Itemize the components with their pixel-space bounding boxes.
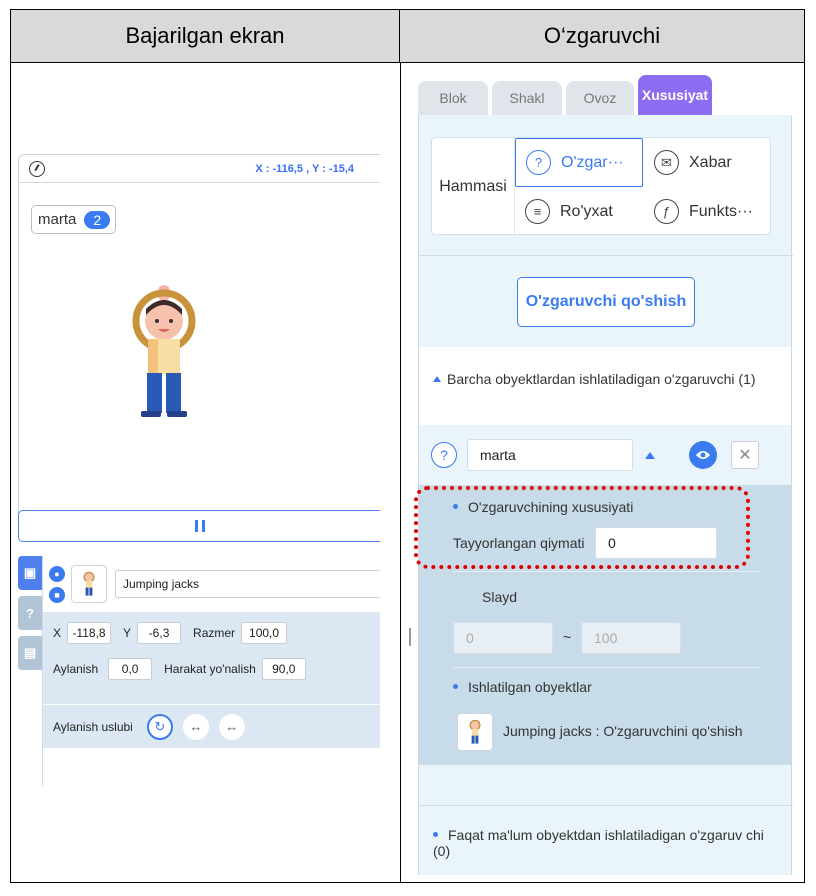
slide-max-input[interactable]: 100 xyxy=(581,622,681,654)
variable-monitor[interactable]: marta 2 xyxy=(31,205,117,234)
no-rotate-icon[interactable]: ↔ xyxy=(218,713,245,740)
question-icon: ? xyxy=(526,150,551,175)
speed-gauge-icon[interactable] xyxy=(29,160,45,177)
variable-type-question-icon: ? xyxy=(431,442,457,468)
function-icon: ƒ xyxy=(654,199,679,224)
rotation-style-label: Aylanish uslubi xyxy=(53,719,133,734)
variable-monitor-name: marta xyxy=(38,211,77,228)
variable-item: ? marta ✕ xyxy=(419,425,791,485)
category-message-label: Xabar xyxy=(689,153,732,171)
category-function[interactable]: ƒ Funkts··· xyxy=(644,187,772,236)
object-thumbnail-icon xyxy=(83,571,95,596)
size-label: Razmer xyxy=(193,626,236,640)
collapse-triangle-icon xyxy=(433,376,441,382)
help-tab[interactable]: ? xyxy=(18,596,42,630)
used-object-thumbnail xyxy=(457,713,493,751)
x-label: X xyxy=(53,626,62,640)
used-object-icon xyxy=(469,719,481,744)
tab-block[interactable]: Blok xyxy=(418,81,488,115)
used-object-item[interactable]: Jumping jacks : O'zgaruvchini qo'shish xyxy=(503,723,743,739)
jumping-jacks-character-icon[interactable] xyxy=(129,285,199,425)
collapse-variable-icon[interactable] xyxy=(645,451,655,459)
add-variable-button[interactable]: O'zgaruvchi qo'shish xyxy=(517,277,695,327)
position-row: X -118,8 Y -6,3 Razmer 100,0 xyxy=(53,622,380,644)
slide-label: Slayd xyxy=(482,589,518,605)
splitter-handle[interactable] xyxy=(409,628,411,646)
global-variables-header[interactable]: Barcha obyektlardan ishlatiladigan o'zga… xyxy=(433,371,773,387)
tab-shape[interactable]: Shakl xyxy=(492,81,562,115)
show-variable-eye-icon[interactable] xyxy=(689,441,717,469)
tab-sound[interactable]: Ovoz xyxy=(566,81,634,115)
category-message[interactable]: ✉ Xabar xyxy=(644,138,772,187)
object-panel: ▣ ? ▤ ● ■ Jumping jacks X -118,8 Y -6,3 … xyxy=(18,556,380,786)
signal-icon: ✉ xyxy=(654,150,679,175)
stage: X : -116,5 , Y : -15,4 marta 2 xyxy=(18,154,380,542)
console-tab[interactable]: ▤ xyxy=(18,636,42,670)
pause-button[interactable] xyxy=(18,510,380,542)
used-objects-title: Ishlatilgan obyektlar xyxy=(453,679,592,695)
y-input[interactable]: -6,3 xyxy=(137,622,182,644)
object-header: ● ■ Jumping jacks xyxy=(43,556,380,612)
x-input[interactable]: -118,8 xyxy=(67,622,112,644)
coordinate-props: X -118,8 Y -6,3 Razmer 100,0 Aylanish 0,… xyxy=(43,612,380,704)
eye-glyph-icon xyxy=(696,451,710,459)
tab-property[interactable]: Xususiyat xyxy=(638,75,712,115)
local-variables-header[interactable]: Faqat ma'lum obyektdan ishlatiladigan o'… xyxy=(433,827,783,859)
separator-2 xyxy=(419,805,793,806)
category-list-label: Ro'yxat xyxy=(560,202,613,220)
tab-bar: Blok Shakl Ovoz Xususiyat xyxy=(418,75,712,115)
rotation-style-row: Aylanish uslubi ↻ ↔ ↔ xyxy=(43,704,380,748)
variable-monitor-value: 2 xyxy=(84,210,111,229)
global-variables-label: Barcha obyektlardan ishlatiladigan o'zga… xyxy=(447,371,756,387)
object-side-tabs: ▣ ? ▤ xyxy=(18,556,42,676)
category-variable[interactable]: ? O'zgar··· xyxy=(515,138,643,187)
detail-divider-2 xyxy=(453,667,759,668)
category-all[interactable]: Hammasi xyxy=(432,138,515,236)
column-divider xyxy=(400,63,401,882)
stage-toolbar: X : -116,5 , Y : -15,4 xyxy=(19,155,380,183)
object-properties: ● ■ Jumping jacks X -118,8 Y -6,3 Razmer xyxy=(42,556,380,786)
visibility-lock-group: ● ■ xyxy=(49,565,65,603)
separator xyxy=(419,255,793,256)
category-grid: Hammasi ? O'zgar··· ✉ Xabar ≡ Ro'yxat ƒ … xyxy=(431,137,772,236)
object-name-input[interactable]: Jumping jacks xyxy=(115,570,380,598)
direction-label: Harakat yo'nalish xyxy=(164,662,256,676)
variable-name-input[interactable]: marta xyxy=(467,439,633,471)
rotation-label: Aylanish xyxy=(53,662,99,676)
object-thumbnail[interactable] xyxy=(71,565,107,603)
y-label: Y xyxy=(123,626,132,640)
direction-input[interactable]: 90,0 xyxy=(261,658,306,680)
lock-icon[interactable]: ■ xyxy=(49,586,65,603)
rotation-input[interactable]: 0,0 xyxy=(108,658,153,680)
eye-icon[interactable]: ● xyxy=(49,565,65,582)
size-input[interactable]: 100,0 xyxy=(241,622,288,644)
rotation-row: Aylanish 0,0 Harakat yo'nalish 90,0 xyxy=(53,658,380,680)
category-function-label: Funkts··· xyxy=(689,202,753,220)
category-variable-label: O'zgar··· xyxy=(561,153,624,171)
variable-panel: Blok Shakl Ovoz Xususiyat Hammasi ? O'zg… xyxy=(418,75,796,875)
slide-range-separator: ~ xyxy=(563,629,572,645)
pause-icon xyxy=(194,520,205,532)
local-variables-label: Faqat ma'lum obyektdan ishlatiladigan o'… xyxy=(433,827,764,859)
highlight-box xyxy=(414,486,750,569)
delete-variable-close-icon[interactable]: ✕ xyxy=(731,441,759,469)
flip-horizontal-icon[interactable]: ↔ xyxy=(182,713,209,740)
slide-min-input[interactable]: 0 xyxy=(453,622,553,654)
bullet-icon xyxy=(433,832,438,837)
left-header: Bajarilgan ekran xyxy=(11,10,400,63)
rotate-free-icon[interactable]: ↻ xyxy=(146,713,173,740)
list-icon: ≡ xyxy=(525,199,550,224)
category-list[interactable]: ≡ Ro'yxat xyxy=(515,187,643,236)
detail-divider-1 xyxy=(453,571,759,572)
right-header: O‘zgaruvchi xyxy=(400,10,804,63)
mouse-coordinates: X : -116,5 , Y : -15,4 xyxy=(255,162,354,175)
object-tab[interactable]: ▣ xyxy=(18,556,42,590)
